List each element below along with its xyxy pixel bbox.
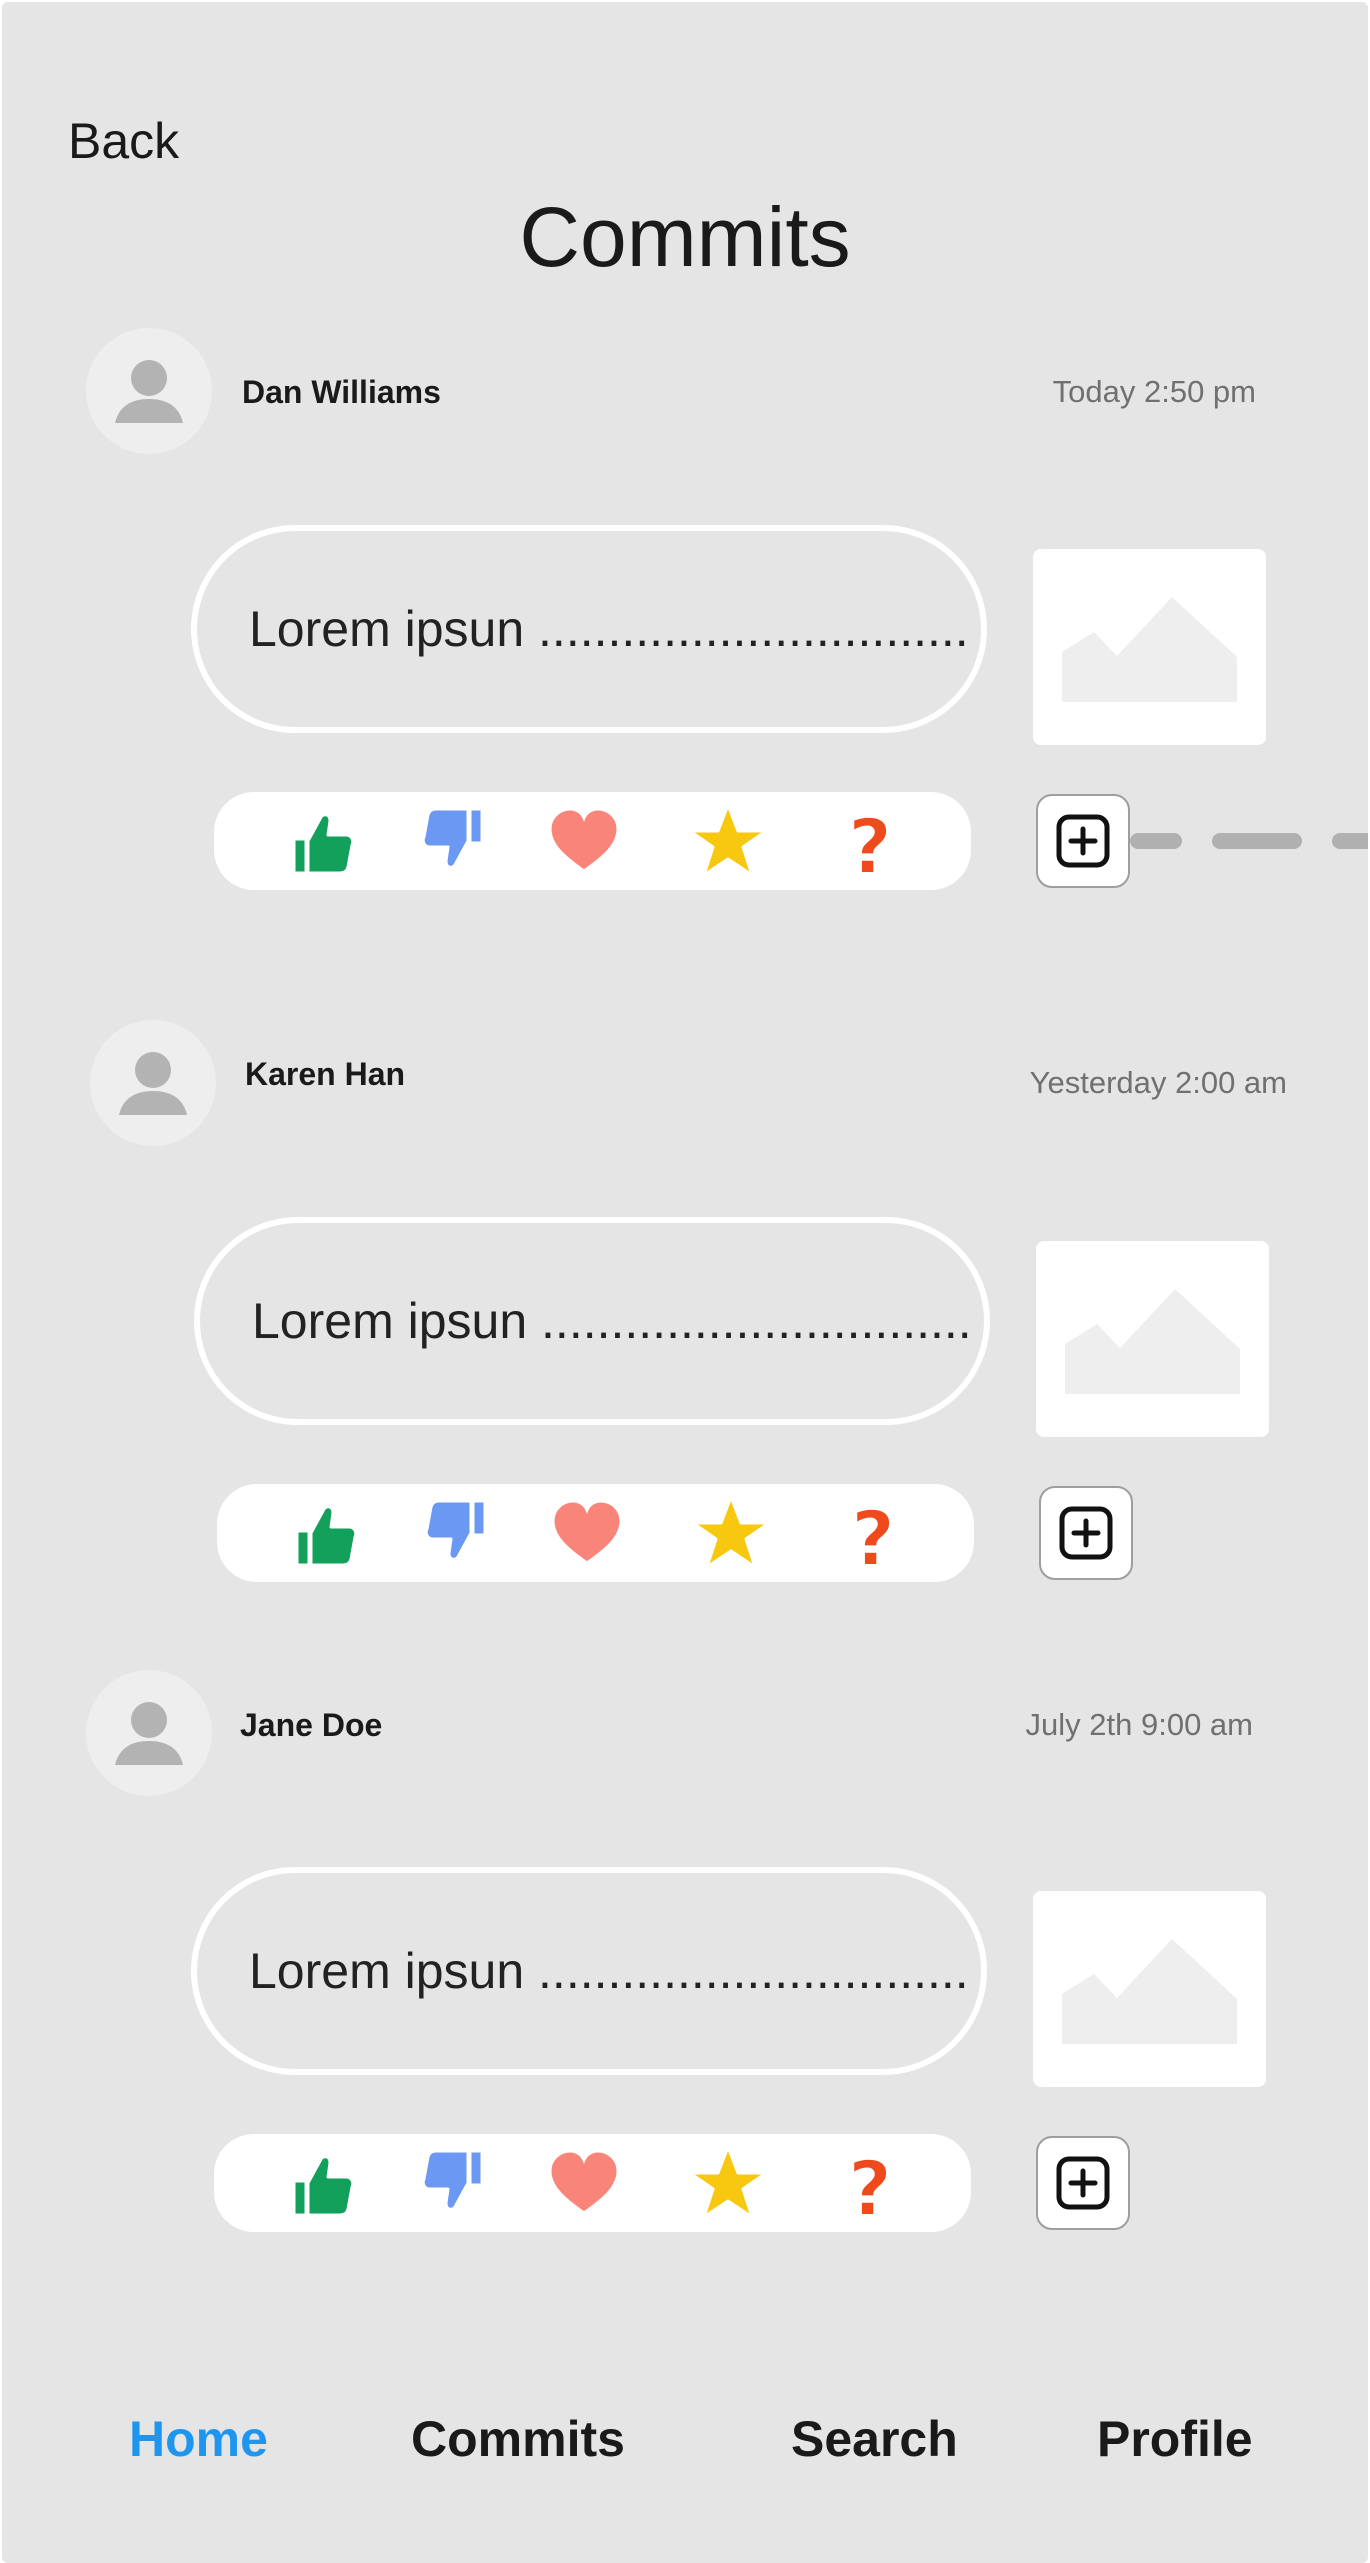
add-reaction-button[interactable] (1036, 794, 1130, 888)
question-mark-icon: ? (847, 801, 893, 883)
author-name: Dan Williams (242, 374, 441, 410)
nav-search[interactable]: Search (791, 2410, 958, 2468)
react-thumbs-up-button[interactable] (278, 799, 362, 883)
svg-text:?: ? (848, 2144, 892, 2225)
heart-icon (548, 807, 620, 873)
plus-square-icon (1056, 2156, 1110, 2210)
back-button[interactable]: Back (68, 112, 179, 170)
dashed-connector (1130, 833, 1182, 849)
heart-icon (548, 2149, 620, 2215)
avatar (90, 1020, 216, 1146)
add-reaction-button[interactable] (1039, 1486, 1133, 1580)
question-mark-icon: ? (847, 2143, 893, 2225)
plus-square-icon (1059, 1506, 1113, 1560)
add-reaction-button[interactable] (1036, 2136, 1130, 2230)
svg-text:?: ? (848, 802, 892, 883)
react-star-button[interactable] (686, 2141, 770, 2225)
star-icon (688, 803, 768, 877)
avatar (86, 1670, 212, 1796)
post-item: Karen Han Yesterday 2:00 am Lorem ipsun … (2, 1020, 1368, 1582)
user-avatar-icon (115, 360, 183, 423)
timestamp: Today 2:50 pm (1052, 374, 1256, 409)
post-item: Jane Doe July 2th 9:00 am Lorem ipsun ..… (2, 1670, 1368, 2232)
thumbs-down-icon (424, 1499, 487, 1561)
star-icon (688, 2145, 768, 2219)
react-heart-button[interactable] (545, 1491, 629, 1575)
react-thumbs-down-button[interactable] (414, 799, 498, 883)
author-name: Karen Han (245, 1056, 406, 1092)
nav-home[interactable]: Home (129, 2410, 268, 2468)
reaction-bar: ? (214, 2134, 971, 2232)
react-star-button[interactable] (686, 799, 770, 883)
page-title: Commits (519, 190, 851, 284)
reaction-bar: ? (217, 1484, 974, 1582)
timestamp: July 2th 9:00 am (1025, 1707, 1253, 1742)
star-icon (691, 1495, 771, 1569)
react-thumbs-down-button[interactable] (417, 1491, 501, 1575)
image-thumbnail[interactable] (1036, 1241, 1269, 1437)
plus-square-icon (1056, 814, 1110, 868)
react-thumbs-up-button[interactable] (278, 2141, 362, 2225)
comment-bubble: Lorem ipsun ............................… (194, 1217, 990, 1425)
avatar (86, 328, 212, 454)
image-placeholder-icon (1065, 1289, 1240, 1394)
thumbs-up-icon (295, 1505, 358, 1567)
image-thumbnail[interactable] (1033, 1891, 1266, 2087)
react-question-button[interactable]: ? (828, 2141, 912, 2225)
react-question-button[interactable]: ? (828, 799, 912, 883)
image-placeholder-icon (1062, 597, 1237, 702)
thumbs-down-icon (421, 807, 484, 869)
timestamp: Yesterday 2:00 am (1029, 1065, 1287, 1100)
react-thumbs-up-button[interactable] (281, 1491, 365, 1575)
post-item: Dan Williams Today 2:50 pm Lorem ipsun .… (2, 328, 1368, 890)
thumbs-up-icon (292, 813, 355, 875)
user-avatar-icon (119, 1052, 187, 1115)
comment-bubble: Lorem ipsun ............................… (191, 1867, 987, 2075)
react-heart-button[interactable] (542, 799, 626, 883)
reaction-bar: ? (214, 792, 971, 890)
react-star-button[interactable] (689, 1491, 773, 1575)
thumbs-down-icon (421, 2149, 484, 2211)
thumbs-up-icon (292, 2155, 355, 2217)
nav-commits[interactable]: Commits (411, 2410, 625, 2468)
dashed-connector (1332, 833, 1368, 849)
svg-text:?: ? (851, 1494, 895, 1575)
react-question-button[interactable]: ? (831, 1491, 915, 1575)
author-name: Jane Doe (240, 1707, 383, 1743)
dashed-connector (1212, 833, 1302, 849)
image-thumbnail[interactable] (1033, 549, 1266, 745)
image-placeholder-icon (1062, 1939, 1237, 2044)
heart-icon (551, 1499, 623, 1565)
comment-bubble: Lorem ipsun ............................… (191, 525, 987, 733)
user-avatar-icon (115, 1702, 183, 1765)
screen: Back Commits Dan Williams Today 2:50 pm … (2, 2, 1368, 2563)
react-thumbs-down-button[interactable] (414, 2141, 498, 2225)
react-heart-button[interactable] (542, 2141, 626, 2225)
question-mark-icon: ? (850, 1493, 896, 1575)
nav-profile[interactable]: Profile (1097, 2410, 1253, 2468)
